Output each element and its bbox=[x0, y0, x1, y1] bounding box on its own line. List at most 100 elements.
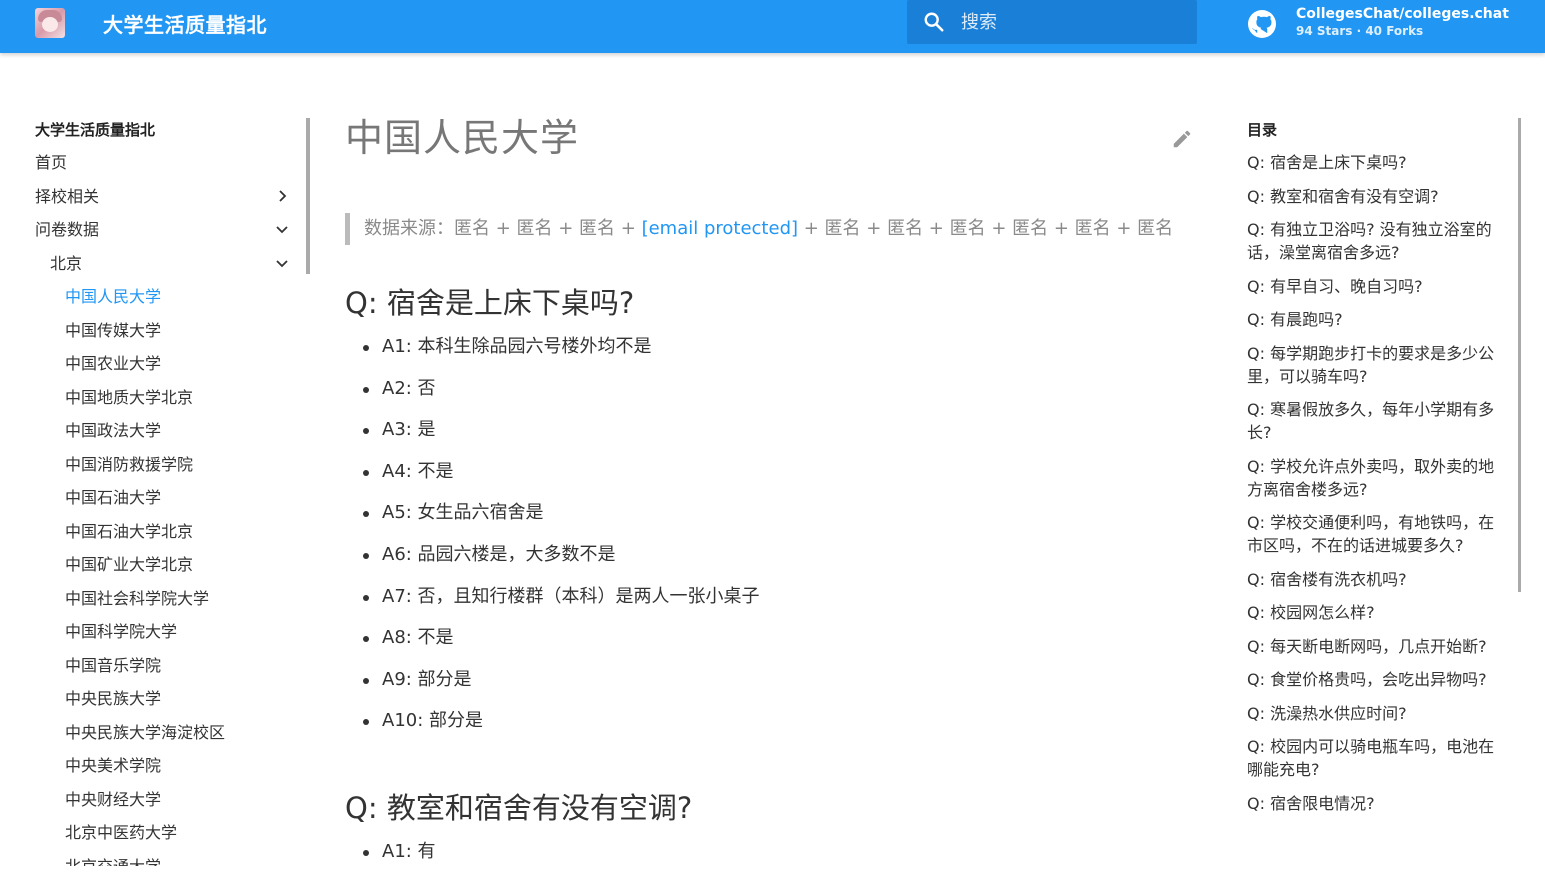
answer-item: A10: 部分是 bbox=[361, 709, 1200, 751]
toc-link[interactable]: Q: 每学期跑步打卡的要求是多少公里，可以骑车吗? bbox=[1247, 342, 1502, 388]
sidebar-item-label: 中国社会科学院大学 bbox=[65, 588, 210, 608]
sidebar-scrollbar[interactable] bbox=[306, 118, 310, 274]
toc-link[interactable]: Q: 宿舍楼有洗衣机吗? bbox=[1247, 568, 1502, 591]
toc-link[interactable]: Q: 食堂价格贵吗，会吃出异物吗? bbox=[1247, 668, 1502, 691]
search-input[interactable] bbox=[961, 8, 1181, 36]
answer-list: A1: 本科生除品园六号楼外均不是 A2: 否 A3: 是 A4: 不是 A5:… bbox=[345, 335, 1200, 751]
question-heading: Q: 宿舍是上床下桌吗? bbox=[345, 286, 635, 320]
search-icon bbox=[924, 12, 944, 32]
sidebar-item-school[interactable]: 北京交通大学 bbox=[35, 855, 305, 867]
toc-link[interactable]: Q: 有早自习、晚自习吗? bbox=[1247, 275, 1502, 298]
answer-item: A5: 女生品六宿舍是 bbox=[361, 501, 1200, 543]
toc-link[interactable]: Q: 校园网怎么样? bbox=[1247, 601, 1502, 624]
sidebar-item-school[interactable]: 中国传媒大学 bbox=[35, 319, 305, 353]
site-title[interactable]: 大学生活质量指北 bbox=[103, 9, 267, 38]
sidebar-item-school[interactable]: 中央美术学院 bbox=[35, 754, 305, 788]
sidebar-item-survey-data[interactable]: 问卷数据 bbox=[35, 218, 305, 252]
sidebar-item-school[interactable]: 中央民族大学海淀校区 bbox=[35, 721, 305, 755]
sidebar-item-label: 中国传媒大学 bbox=[65, 320, 162, 340]
sidebar-item-label: 择校相关 bbox=[35, 186, 100, 206]
toc-link[interactable]: Q: 校园内可以骑电瓶车吗，电池在哪能充电? bbox=[1247, 735, 1502, 781]
sidebar-item-label: 首页 bbox=[35, 153, 68, 172]
toc-link[interactable]: Q: 每天断电断网吗，几点开始断? bbox=[1247, 635, 1502, 658]
answer-item: A3: 是 bbox=[361, 418, 1200, 460]
sidebar-item-label: 北京 bbox=[50, 253, 83, 273]
sidebar-item-label: 中国地质大学北京 bbox=[65, 387, 194, 407]
answer-item: A7: 否，且知行楼群（本科）是两人一张小桌子 bbox=[361, 585, 1200, 627]
sidebar-item-label: 问卷数据 bbox=[35, 220, 100, 239]
sidebar-item-label: 中国科学院大学 bbox=[65, 622, 178, 641]
sidebar-item-label: 中国矿业大学北京 bbox=[65, 555, 194, 574]
sidebar-item-school[interactable]: 中央民族大学 bbox=[35, 687, 305, 721]
sidebar-item-school[interactable]: 北京中医药大学 bbox=[35, 821, 305, 855]
toc-link[interactable]: Q: 教室和宿舍有没有空调? bbox=[1247, 185, 1502, 208]
data-source-quote: 数据来源：匿名 + 匿名 + 匿名 + [email protected] + … bbox=[345, 213, 1200, 245]
pencil-edit-icon[interactable] bbox=[1171, 128, 1193, 150]
toc-link[interactable]: Q: 宿舍限电情况? bbox=[1247, 792, 1502, 815]
search-box[interactable] bbox=[907, 0, 1197, 44]
sidebar-item-label: 中国政法大学 bbox=[65, 421, 162, 440]
answer-item: A8: 不是 bbox=[361, 626, 1200, 668]
source-prefix: 数据来源：匿名 + 匿名 + 匿名 + bbox=[364, 218, 642, 239]
sidebar-item-label: 中国人民大学 bbox=[65, 287, 162, 306]
sidebar-item-school[interactable]: 中国消防救援学院 bbox=[35, 453, 305, 487]
sidebar-item-school[interactable]: 中国石油大学 bbox=[35, 486, 305, 520]
github-icon bbox=[1248, 10, 1276, 38]
toc-link[interactable]: Q: 学校交通便利吗，有地铁吗，在市区吗，不在的话进城要多久? bbox=[1247, 511, 1502, 557]
toc-link[interactable]: Q: 宿舍是上床下桌吗? bbox=[1247, 151, 1502, 174]
sidebar-item-beijing[interactable]: 北京 bbox=[35, 252, 305, 286]
answer-list: A1: 有 bbox=[345, 840, 1200, 882]
toc-link[interactable]: Q: 洗澡热水供应时间? bbox=[1247, 702, 1502, 725]
sidebar-item-school[interactable]: 中国音乐学院 bbox=[35, 654, 305, 688]
toc-link[interactable]: Q: 寒暑假放多久，每年小学期有多长? bbox=[1247, 398, 1502, 444]
sidebar-title: 大学生活质量指北 bbox=[35, 121, 156, 139]
sidebar-item-label: 中央财经大学 bbox=[65, 789, 162, 809]
sidebar-item-school[interactable]: 中国矿业大学北京 bbox=[35, 553, 305, 587]
qa-section: Q: 宿舍是上床下桌吗? A1: 本科生除品园六号楼外均不是 A2: 否 A3:… bbox=[345, 283, 1200, 751]
toc-link[interactable]: Q: 有晨跑吗? bbox=[1247, 308, 1502, 331]
sidebar-item-school[interactable]: 中国科学院大学 bbox=[35, 620, 305, 654]
answer-item: A2: 否 bbox=[361, 377, 1200, 419]
page-title: 中国人民大学 bbox=[345, 116, 580, 160]
qa-section: Q: 教室和宿舍有没有空调? A1: 有 bbox=[345, 788, 1200, 882]
answer-item: A1: 有 bbox=[361, 840, 1200, 882]
chevron-down-icon bbox=[276, 226, 288, 234]
toc-scrollbar[interactable] bbox=[1518, 118, 1521, 592]
sidebar-item-school[interactable]: 中国人民大学 bbox=[35, 285, 305, 319]
source-suffix: + 匿名 + 匿名 + 匿名 + 匿名 + 匿名 + 匿名 bbox=[798, 218, 1174, 239]
sidebar-item-label: 中国石油大学 bbox=[65, 488, 162, 507]
chevron-right-icon bbox=[279, 189, 287, 202]
anime-avatar-logo[interactable] bbox=[35, 8, 65, 38]
sidebar-item-school[interactable]: 中国社会科学院大学 bbox=[35, 587, 305, 621]
sidebar-item-label: 中国音乐学院 bbox=[65, 655, 162, 675]
sidebar-item-label: 中央民族大学 bbox=[65, 689, 162, 708]
sidebar-item-school[interactable]: 中国农业大学 bbox=[35, 352, 305, 386]
answer-item: A1: 本科生除品园六号楼外均不是 bbox=[361, 335, 1200, 377]
answer-item: A4: 不是 bbox=[361, 460, 1200, 502]
answer-item: A9: 部分是 bbox=[361, 668, 1200, 710]
repo-name[interactable]: CollegesChat/colleges.chat bbox=[1296, 6, 1509, 22]
sidebar-item-label: 中国消防救援学院 bbox=[65, 454, 194, 474]
sidebar-item-label: 北京中医药大学 bbox=[65, 823, 178, 842]
question-heading: Q: 教室和宿舍有没有空调? bbox=[345, 790, 693, 825]
top-header: 大学生活质量指北 CollegesChat/colleges.chat 94 S… bbox=[0, 0, 1545, 53]
sidebar-item-school[interactable]: 中央财经大学 bbox=[35, 788, 305, 822]
repo-link[interactable]: CollegesChat/colleges.chat 94 Stars · 40… bbox=[1246, 6, 1526, 46]
repo-facts: 94 Stars · 40 Forks bbox=[1296, 24, 1424, 38]
answer-item: A6: 品园六楼是，大多数不是 bbox=[361, 543, 1200, 585]
toc-link[interactable]: Q: 有独立卫浴吗? 没有独立浴室的话，澡堂离宿舍多远? bbox=[1247, 218, 1502, 264]
sidebar-item-label: 中国农业大学 bbox=[65, 354, 162, 373]
sidebar-item-home[interactable]: 首页 bbox=[35, 151, 305, 185]
sidebar-item-label: 中国石油大学北京 bbox=[65, 521, 194, 541]
toc-title: 目录 bbox=[1247, 121, 1278, 139]
sidebar-item-school[interactable]: 中国石油大学北京 bbox=[35, 520, 305, 554]
toc-link[interactable]: Q: 学校允许点外卖吗，取外卖的地方离宿舍楼多远? bbox=[1247, 455, 1502, 501]
sidebar-item-school[interactable]: 中国政法大学 bbox=[35, 419, 305, 453]
sidebar-item-school[interactable]: 中国地质大学北京 bbox=[35, 386, 305, 420]
table-of-contents: 目录 Q: 宿舍是上床下桌吗? Q: 教室和宿舍有没有空调? Q: 有独立卫浴吗… bbox=[1247, 118, 1502, 866]
left-sidebar: 大学生活质量指北 首页 择校相关 问卷数据 北京 中国人民大学 中国传媒大学 中… bbox=[35, 118, 305, 866]
sidebar-item-label: 中央民族大学海淀校区 bbox=[65, 722, 226, 742]
sidebar-item-choose-school[interactable]: 择校相关 bbox=[35, 185, 305, 219]
logo-face bbox=[42, 17, 58, 32]
protected-email-link[interactable]: [email protected] bbox=[642, 218, 798, 239]
